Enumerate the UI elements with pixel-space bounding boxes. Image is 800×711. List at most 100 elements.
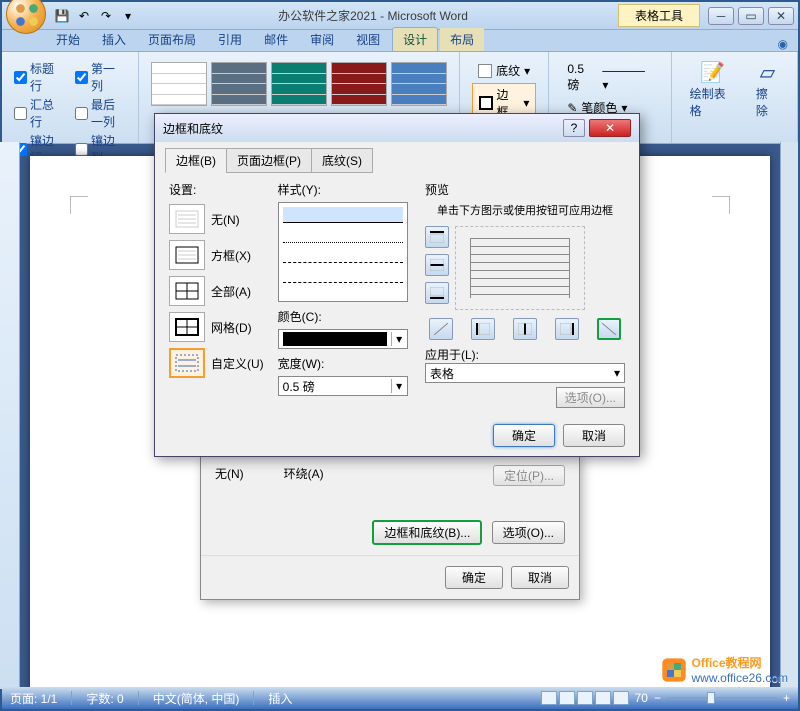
- width-label: 宽度(W):: [278, 355, 413, 372]
- window-controls: ─ ▭ ✕: [708, 7, 794, 25]
- style-thumb[interactable]: [211, 62, 267, 106]
- zoom-slider[interactable]: [667, 697, 777, 700]
- minimize-button[interactable]: ─: [708, 7, 734, 25]
- width-select[interactable]: 0.5 磅▾: [278, 376, 408, 396]
- dialog-close-button[interactable]: ✕: [589, 119, 631, 137]
- wrap-none[interactable]: 无(N): [215, 465, 244, 486]
- maximize-button[interactable]: ▭: [738, 7, 764, 25]
- status-insert[interactable]: 插入: [268, 690, 292, 707]
- style-list[interactable]: [278, 202, 408, 302]
- tab-pagelayout[interactable]: 页面布局: [138, 28, 206, 51]
- style-thumb[interactable]: [271, 62, 327, 106]
- border-hmid-btn[interactable]: [425, 254, 449, 276]
- border-top-btn[interactable]: [425, 226, 449, 248]
- setting-column: 设置: 无(N) 方框(X) 全部(A) 网格(D) 自定义(U): [169, 181, 266, 408]
- statusbar: 页面: 1/1 字数: 0 中文(简体, 中国) 插入 70 − +: [2, 687, 798, 709]
- opt-all[interactable]: 全部(A): [169, 276, 266, 306]
- chk-firstcol[interactable]: 第一列: [75, 60, 126, 94]
- opt-box[interactable]: 方框(X): [169, 240, 266, 270]
- color-select[interactable]: ▾: [278, 329, 408, 349]
- opt-grid[interactable]: 网格(D): [169, 312, 266, 342]
- tab-page-border[interactable]: 页面边框(P): [226, 148, 312, 173]
- titlebar: 💾 ↶ ↷ ▾ 办公软件之家2021 - Microsoft Word 表格工具…: [2, 2, 798, 30]
- shading-button[interactable]: 底纹 ▾: [472, 60, 536, 81]
- options-button[interactable]: 选项(O)...: [492, 521, 565, 544]
- watermark: Office教程网 www.office26.com: [660, 654, 789, 685]
- tab-review[interactable]: 审阅: [300, 28, 344, 51]
- opt-none[interactable]: 无(N): [169, 204, 266, 234]
- chk-totalrow[interactable]: 汇总行: [14, 96, 65, 130]
- style-column: 样式(Y): 颜色(C): ▾ 宽度(W): 0.5 磅▾: [278, 181, 413, 408]
- help-icon[interactable]: ◉: [778, 37, 788, 51]
- border-vmid-btn[interactable]: [513, 318, 537, 340]
- preview-canvas[interactable]: [455, 226, 585, 310]
- borders-dialog: 边框和底纹 ? ✕ 边框(B) 页面边框(P) 底纹(S) 设置: 无(N) 方…: [154, 113, 640, 457]
- contextual-tab-title: 表格工具: [618, 4, 700, 27]
- applyto-label: 应用于(L):: [425, 346, 625, 363]
- tab-border[interactable]: 边框(B): [165, 148, 227, 173]
- close-button[interactable]: ✕: [768, 7, 794, 25]
- pen-width[interactable]: 0.5 磅 ───── ▾: [561, 60, 658, 95]
- status-words[interactable]: 字数: 0: [86, 690, 123, 707]
- tab-references[interactable]: 引用: [208, 28, 252, 51]
- style-thumb[interactable]: [391, 62, 447, 106]
- border-diag2-btn[interactable]: [597, 318, 621, 340]
- style-gallery[interactable]: [147, 56, 451, 112]
- redo-icon[interactable]: ↷: [98, 8, 114, 24]
- dialog-title: 边框和底纹: [163, 120, 563, 137]
- dialog-options-button[interactable]: 选项(O)...: [556, 387, 625, 408]
- tab-shading[interactable]: 底纹(S): [311, 148, 373, 173]
- ribbon-tabs: 开始 插入 页面布局 引用 邮件 审阅 视图 设计 布局 ◉: [2, 30, 798, 52]
- border-left-btn[interactable]: [471, 318, 495, 340]
- tab-insert[interactable]: 插入: [92, 28, 136, 51]
- zoom-out[interactable]: −: [654, 691, 661, 705]
- dialog-titlebar: 边框和底纹 ? ✕: [155, 114, 639, 142]
- chk-lastcol[interactable]: 最后一列: [75, 96, 126, 130]
- tab-view[interactable]: 视图: [346, 28, 390, 51]
- dialog-tabs: 边框(B) 页面边框(P) 底纹(S): [155, 142, 639, 173]
- group-table-style-options: 标题行 第一列 汇总行 最后一列 镶边行 镶边列 表格样式选项: [2, 52, 139, 143]
- undo-icon[interactable]: ↶: [76, 8, 92, 24]
- vertical-scrollbar[interactable]: [780, 142, 798, 689]
- color-label: 颜色(C):: [278, 308, 413, 325]
- borders-shading-button[interactable]: 边框和底纹(B)...: [372, 520, 482, 545]
- preview-hint: 单击下方图示或使用按钮可应用边框: [425, 202, 625, 218]
- status-lang[interactable]: 中文(简体, 中国): [153, 690, 240, 707]
- window-title: 办公软件之家2021 - Microsoft Word: [136, 7, 610, 24]
- applyto-select[interactable]: 表格▾: [425, 363, 625, 383]
- draw-table-button[interactable]: 📝绘制表格: [680, 56, 746, 123]
- status-page[interactable]: 页面: 1/1: [10, 690, 57, 707]
- setting-label: 设置:: [169, 181, 266, 198]
- tab-home[interactable]: 开始: [46, 28, 90, 51]
- opt-custom[interactable]: 自定义(U): [169, 348, 266, 378]
- vertical-ruler: [0, 142, 20, 689]
- dialog-ok-button[interactable]: 确定: [493, 424, 555, 447]
- wrap-around[interactable]: 环绕(A): [284, 465, 324, 486]
- locate-button[interactable]: 定位(P)...: [493, 465, 565, 486]
- table-properties-dialog: 无(N) 环绕(A) 定位(P)... 边框和底纹(B)... 选项(O)...…: [200, 454, 580, 600]
- view-icons[interactable]: [541, 691, 629, 705]
- style-thumb[interactable]: [151, 62, 207, 106]
- border-diag1-btn[interactable]: [429, 318, 453, 340]
- tab-mailings[interactable]: 邮件: [254, 28, 298, 51]
- border-bottom-btn[interactable]: [425, 282, 449, 304]
- quick-access-toolbar: 💾 ↶ ↷ ▾: [54, 8, 136, 24]
- tab-layout[interactable]: 布局: [440, 28, 484, 51]
- eraser-icon: ▱: [760, 60, 775, 85]
- zoom-value[interactable]: 70: [635, 691, 648, 705]
- office-button[interactable]: [6, 0, 46, 34]
- chk-headerrow[interactable]: 标题行: [14, 60, 65, 94]
- dialog-help-button[interactable]: ?: [563, 119, 585, 137]
- border-right-btn[interactable]: [555, 318, 579, 340]
- qat-dropdown-icon[interactable]: ▾: [120, 8, 136, 24]
- zoom-in[interactable]: +: [783, 691, 790, 705]
- ok-button[interactable]: 确定: [445, 566, 503, 589]
- dialog-cancel-button[interactable]: 取消: [563, 424, 625, 447]
- eraser-button[interactable]: ▱擦除: [746, 56, 789, 123]
- margin-corner: [70, 196, 88, 214]
- cancel-button[interactable]: 取消: [511, 566, 569, 589]
- watermark-sub: www.office26.com: [692, 671, 789, 685]
- tab-design[interactable]: 设计: [392, 27, 438, 51]
- style-thumb[interactable]: [331, 62, 387, 106]
- save-icon[interactable]: 💾: [54, 8, 70, 24]
